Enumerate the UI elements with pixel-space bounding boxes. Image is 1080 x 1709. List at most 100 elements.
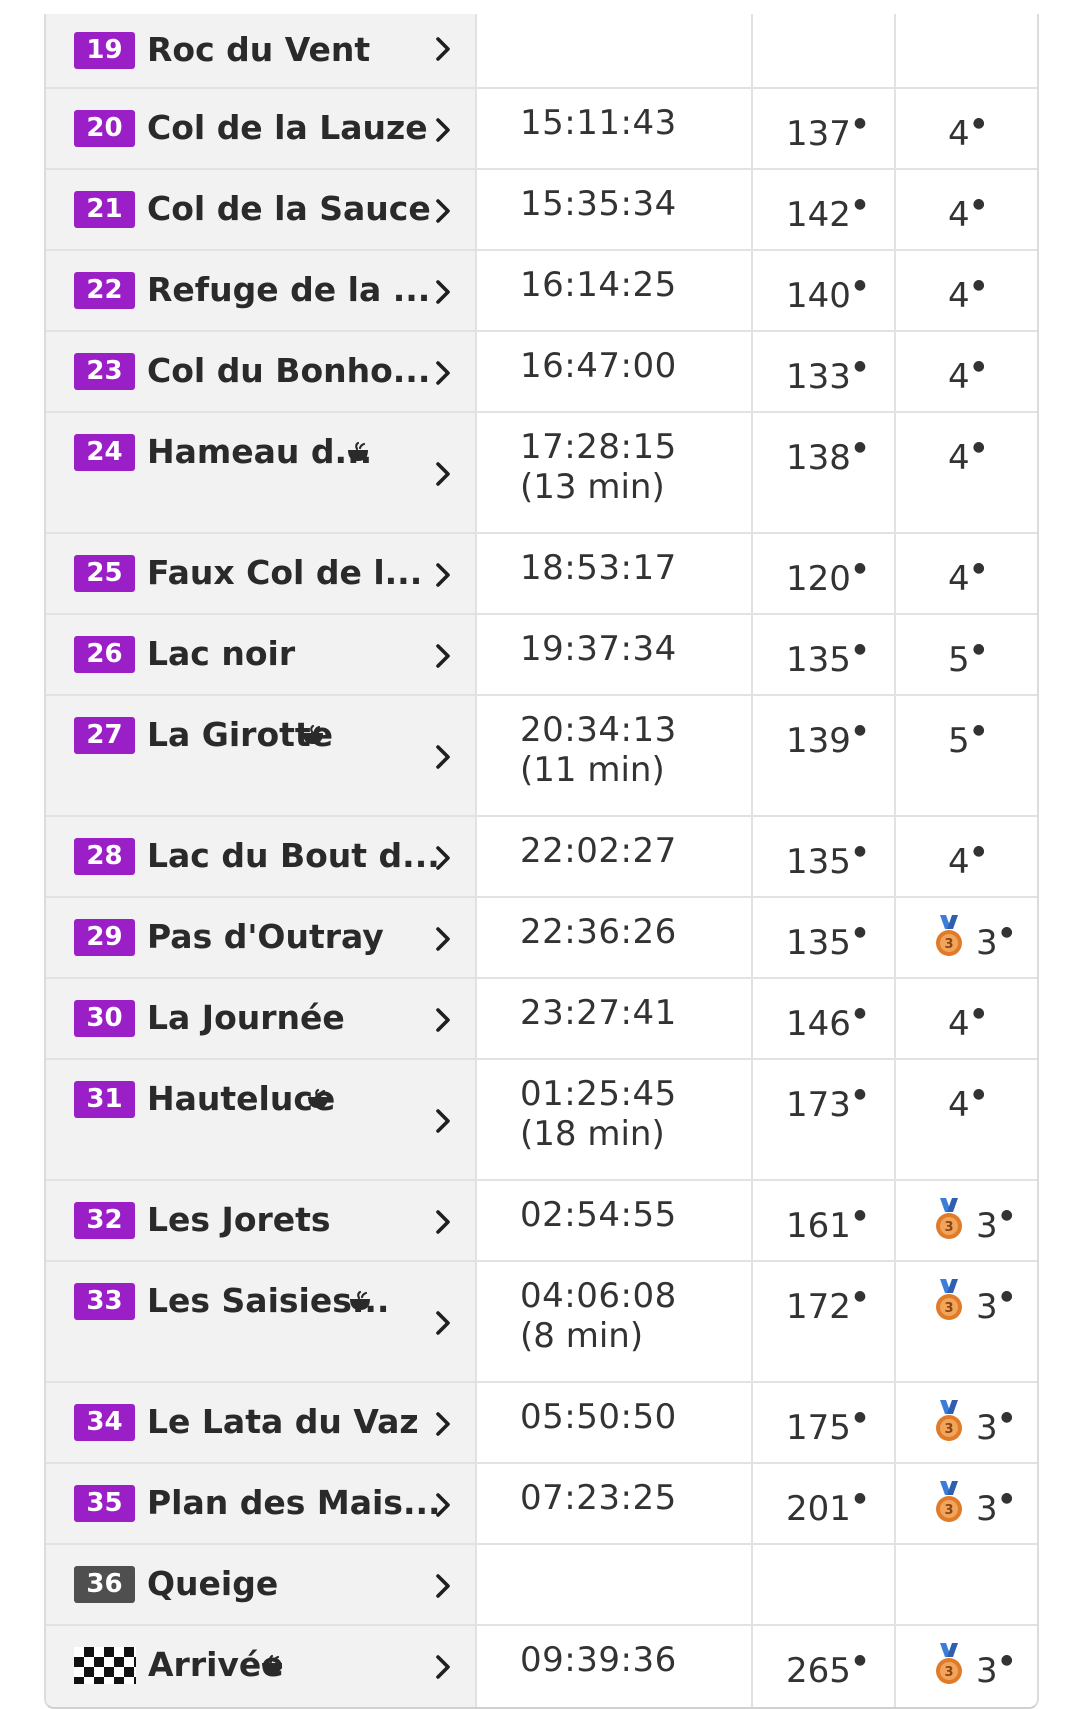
overall-rank-value: 265 — [786, 1651, 851, 1691]
checkpoint-name-cell[interactable]: 23 Col du Bonho... — [46, 332, 477, 411]
stop-duration: (8 min) — [520, 1316, 644, 1356]
checkpoint-name-cell[interactable]: 24 Hameau d... — [46, 413, 477, 532]
category-rank-value: 4 — [948, 842, 970, 882]
chevron-right-icon[interactable] — [434, 1108, 452, 1134]
category-rank: 3 ● — [976, 1195, 1013, 1246]
ordinal-dot: ● — [853, 358, 867, 374]
table-row[interactable]: 22 Refuge de la ... 16:14:25 140 ● 4 ● — [46, 251, 1037, 332]
overall-rank-cell — [753, 1545, 896, 1624]
chevron-right-icon[interactable] — [434, 1209, 452, 1235]
category-rank-cell: 4 ● — [896, 332, 1037, 411]
table-row[interactable]: 27 La Girotte 20:34:13 (11 min) 139 ● 5 ● — [46, 696, 1037, 817]
passage-time: 19:37:34 — [520, 629, 677, 669]
chevron-right-icon[interactable] — [434, 198, 452, 224]
checkpoint-name-cell[interactable]: 25 Faux Col de l... — [46, 534, 477, 613]
checkpoint-name: Col de la Sauce — [147, 189, 431, 228]
chevron-right-icon[interactable] — [434, 279, 452, 305]
chevron-right-icon[interactable] — [434, 1654, 452, 1680]
checkpoint-number-badge: 26 — [74, 636, 135, 673]
checkpoint-name-cell[interactable]: 28 Lac du Bout d... — [46, 817, 477, 896]
chevron-right-icon[interactable] — [434, 461, 452, 487]
table-row[interactable]: 34 Le Lata du Vaz 05:50:50 175 ● 3 3 ● — [46, 1383, 1037, 1464]
checkpoint-name: Faux Col de l... — [147, 553, 423, 592]
ordinal-dot: ● — [972, 560, 985, 576]
chevron-right-icon[interactable] — [434, 562, 452, 588]
checkpoint-name-cell[interactable]: Arrivée — [46, 1626, 477, 1707]
category-rank: 3 ● — [976, 1276, 1013, 1327]
checkpoint-name-cell[interactable]: 32 Les Jorets — [46, 1181, 477, 1260]
checkpoint-name-cell[interactable]: 22 Refuge de la ... — [46, 251, 477, 330]
table-row[interactable]: 35 Plan des Mais... 07:23:25 201 ● 3 3 ● — [46, 1464, 1037, 1545]
table-row[interactable]: 23 Col du Bonho... 16:47:00 133 ● 4 ● — [46, 332, 1037, 413]
checkpoint-name-cell[interactable]: 36 Queige — [46, 1545, 477, 1624]
passage-time: 16:47:00 — [520, 346, 677, 386]
overall-rank: 135 ● — [786, 831, 866, 882]
checkpoint-name-cell[interactable]: 21 Col de la Sauce — [46, 170, 477, 249]
chevron-right-icon[interactable] — [434, 1310, 452, 1336]
chevron-right-icon[interactable] — [434, 744, 452, 770]
chevron-right-icon[interactable] — [434, 36, 452, 62]
chevron-right-icon[interactable] — [434, 845, 452, 871]
chevron-right-icon[interactable] — [434, 360, 452, 386]
bronze-medal-icon: 3 — [936, 915, 962, 956]
chevron-right-icon[interactable] — [434, 1573, 452, 1599]
table-row[interactable]: 20 Col de la Lauze 15:11:43 137 ● 4 ● — [46, 89, 1037, 170]
category-rank-value: 4 — [948, 1085, 970, 1125]
chevron-right-icon[interactable] — [434, 1007, 452, 1033]
table-row[interactable]: 31 Hauteluce 01:25:45 (18 min) 173 ● 4 ● — [46, 1060, 1037, 1181]
checkpoint-number-badge: 28 — [74, 838, 135, 875]
checkpoint-name-cell[interactable]: 19 Roc du Vent — [46, 14, 477, 87]
table-row[interactable]: 19 Roc du Vent — [46, 14, 1037, 89]
table-row[interactable]: 26 Lac noir 19:37:34 135 ● 5 ● — [46, 615, 1037, 696]
bronze-medal-icon: 3 — [936, 1198, 962, 1239]
passage-time: 22:02:27 — [520, 831, 677, 871]
checkpoint-name-cell[interactable]: 31 Hauteluce — [46, 1060, 477, 1179]
table-row[interactable]: 24 Hameau d... 17:28:15 (13 min) 138 ● 4 ● — [46, 413, 1037, 534]
checkpoint-name: Col du Bonho... — [147, 351, 431, 390]
chevron-right-icon[interactable] — [434, 643, 452, 669]
chevron-right-icon[interactable] — [434, 1411, 452, 1437]
checkpoint-name-cell[interactable]: 33 Les Saisies... — [46, 1262, 477, 1381]
category-rank-value: 3 — [976, 1408, 998, 1448]
category-rank-value: 4 — [948, 438, 970, 478]
checkpoint-name-cell[interactable]: 29 Pas d'Outray — [46, 898, 477, 977]
checkpoint-number-badge: 25 — [74, 555, 135, 592]
passage-time-cell: 07:23:25 — [477, 1464, 753, 1543]
checkpoint-name-cell[interactable]: 27 La Girotte — [46, 696, 477, 815]
bronze-medal-icon: 3 — [936, 1643, 962, 1684]
checkpoint-name-cell[interactable]: 30 La Journée — [46, 979, 477, 1058]
table-row[interactable]: 36 Queige — [46, 1545, 1037, 1626]
category-rank: 3 ● — [976, 912, 1013, 963]
checkpoint-name-cell[interactable]: 35 Plan des Mais... — [46, 1464, 477, 1543]
overall-rank-cell: 175 ● — [753, 1383, 896, 1462]
table-row[interactable]: 28 Lac du Bout d... 22:02:27 135 ● 4 ● — [46, 817, 1037, 898]
checkpoint-name-cell[interactable]: 26 Lac noir — [46, 615, 477, 694]
overall-rank: 175 ● — [786, 1397, 866, 1448]
passage-time: 15:11:43 — [520, 103, 677, 143]
overall-rank-cell: 138 ● — [753, 413, 896, 532]
checkpoint-number-badge: 24 — [74, 434, 135, 471]
chevron-right-icon[interactable] — [434, 926, 452, 952]
overall-rank-value: 140 — [786, 276, 851, 316]
refreshment-icon — [303, 724, 323, 744]
category-rank-cell: 3 3 ● — [896, 1626, 1037, 1707]
svg-text:3: 3 — [944, 937, 953, 952]
table-row[interactable]: 29 Pas d'Outray 22:36:26 135 ● 3 3 ● — [46, 898, 1037, 979]
category-rank-cell: 3 3 ● — [896, 1181, 1037, 1260]
chevron-right-icon[interactable] — [434, 1492, 452, 1518]
table-row[interactable]: 25 Faux Col de l... 18:53:17 120 ● 4 ● — [46, 534, 1037, 615]
table-row[interactable]: 32 Les Jorets 02:54:55 161 ● 3 3 ● — [46, 1181, 1037, 1262]
table-row[interactable]: 33 Les Saisies... 04:06:08 (8 min) 172 ● 3 3 ● — [46, 1262, 1037, 1383]
table-row[interactable]: 30 La Journée 23:27:41 146 ● 4 ● — [46, 979, 1037, 1060]
passage-time-cell: 16:47:00 — [477, 332, 753, 411]
checkpoint-name: Pas d'Outray — [147, 917, 384, 956]
checkpoint-name-cell[interactable]: 20 Col de la Lauze — [46, 89, 477, 168]
table-row[interactable]: 21 Col de la Sauce 15:35:34 142 ● 4 ● — [46, 170, 1037, 251]
checkpoint-name-cell[interactable]: 34 Le Lata du Vaz — [46, 1383, 477, 1462]
overall-rank-cell: 201 ● — [753, 1464, 896, 1543]
overall-rank: 137 ● — [786, 103, 866, 154]
chevron-right-icon[interactable] — [434, 117, 452, 143]
overall-rank-value: 120 — [786, 559, 851, 599]
overall-rank-cell: 133 ● — [753, 332, 896, 411]
table-row[interactable]: Arrivée 09:39:36 265 ● 3 3 ● — [46, 1626, 1037, 1707]
